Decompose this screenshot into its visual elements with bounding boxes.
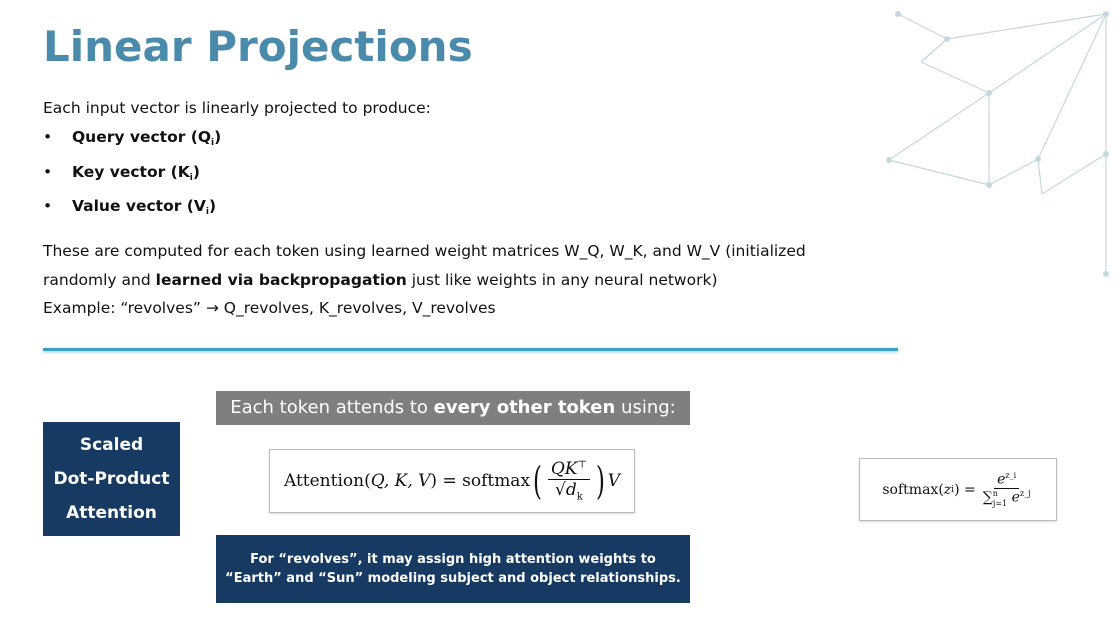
bullet-close: ) [208,197,217,215]
sdpa-line: Dot-Product [53,469,170,489]
bullet-label: Key vector (K [72,162,190,181]
divider [43,348,898,351]
numerator: ez_i [994,471,1020,490]
transpose-mark: ⊤ [577,459,587,471]
left-paren: ( [532,459,542,503]
formula-text: ) = [954,481,976,498]
banner-bold: every other token [433,397,616,418]
bullet-marker: • [43,162,53,181]
formula-arg: z [943,481,952,498]
weights-paragraph: These are computed for each token using … [43,237,863,323]
bullet-label: Query vector (Q [72,128,212,146]
sdpa-label-box: Scaled Dot-Product Attention [43,422,180,536]
intro-text: Each input vector is linearly projected … [43,99,431,117]
list-item-key: • Key vector (K i) [43,158,221,193]
sum-sup: n [992,489,998,499]
list-item-query: • Query vector (Q i) [43,123,221,158]
formula-text: Attention( [283,471,371,491]
formula-text: softmax( [882,481,944,498]
note-text: For “revolves”, it may assign high atten… [225,552,681,586]
bullet-marker: • [43,197,53,215]
sdpa-line: Attention [66,503,157,523]
attends-banner: Each token attends to every other token … [216,391,690,425]
banner-text: Each token attends to [230,397,434,418]
example-note-box: For “revolves”, it may assign high atten… [216,535,690,603]
numerator-text: QK [550,459,578,480]
slide-title: Linear Projections [43,22,473,71]
denominator-text: e [1011,489,1020,506]
bullet-marker: • [43,128,53,146]
numerator-sup: z_i [1005,471,1017,481]
numerator: QK⊤ [547,459,590,481]
softmax-formula: softmax(z i) = ez_i ∑nj=1 ez_j [859,458,1057,521]
fraction: ez_i ∑nj=1 ez_j [983,471,1031,507]
denominator: √dk [555,480,583,502]
banner-text: using: [615,397,676,418]
projection-list: • Query vector (Q i) • Key vector (K i) • Val… [43,123,221,227]
denominator-sub: k [576,491,583,503]
sum-symbol: ∑ [982,489,993,506]
sum-sub: j=1 [992,498,1008,508]
bullet-label: Value vector (V [72,197,206,215]
fraction: QK⊤ √dk [547,459,590,503]
bullet-close: ) [192,162,200,181]
formula-args: Q, K, V [370,471,431,491]
denominator: ∑nj=1 ez_j [983,489,1031,507]
sdpa-line: Scaled [79,435,144,455]
list-item-value: • Value vector (V i) [43,192,221,227]
bullet-close: ) [214,128,222,146]
paragraph-bold: learned via backpropagation [155,270,407,289]
right-paren: ) [595,459,605,503]
denominator-sup: z_j [1019,489,1031,499]
attention-formula: Attention(Q, K, V) = softmax ( QK⊤ √dk )… [269,449,635,513]
formula-tail: V [607,471,621,491]
formula-text: ) = softmax [430,471,531,491]
example-text: Example: “revolves” → Q_revolves, K_revo… [43,299,496,317]
paragraph-text: just like weights in any neural network) [406,270,718,289]
denominator-text: √d [554,480,577,501]
